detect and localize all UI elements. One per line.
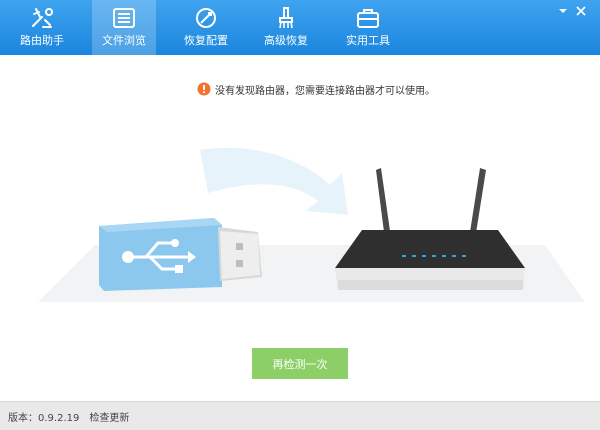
curved-arrow-icon (200, 147, 348, 215)
tab-utility-tools[interactable]: 实用工具 (336, 0, 400, 55)
tab-label: 实用工具 (346, 34, 390, 47)
minimize-button[interactable] (556, 2, 570, 14)
tab-label: 高级恢复 (264, 34, 308, 47)
tab-restore-config[interactable]: 恢复配置 (174, 0, 238, 55)
restore-config-icon (196, 8, 216, 28)
tab-label: 文件浏览 (102, 34, 146, 47)
tab-file-browser[interactable]: 文件浏览 (92, 0, 156, 55)
warning-icon (197, 82, 211, 96)
brush-icon (279, 7, 293, 29)
router-tools-icon (32, 8, 53, 28)
version-label: 版本：0.9.2.19 (8, 412, 80, 424)
tab-label: 恢复配置 (184, 34, 228, 47)
tab-label: 路由助手 (20, 34, 64, 47)
main-panel: 没有发现路由器，您需要连接路由器才可以使用。 再检测一次 (0, 55, 600, 401)
check-update-link[interactable]: 检查更新 (89, 409, 129, 424)
status-footer: 版本：0.9.2.19 检查更新 (0, 401, 600, 430)
retry-detect-button[interactable]: 再检测一次 (252, 348, 348, 379)
close-icon (576, 6, 586, 16)
file-browser-icon (113, 8, 135, 28)
router-icon (335, 168, 525, 290)
close-button[interactable] (574, 2, 588, 16)
tab-advanced-restore[interactable]: 高级恢复 (254, 0, 318, 55)
tab-router-assistant[interactable]: 路由助手 (10, 0, 74, 55)
minimize-icon (559, 9, 567, 13)
top-nav-bar: 路由助手 文件浏览 恢复配置 高级恢复 实用工具 (0, 0, 600, 55)
no-router-notice: 没有发现路由器，您需要连接路由器才可以使用。 (197, 81, 435, 97)
toolbox-icon (357, 9, 379, 28)
notice-text: 没有发现路由器，您需要连接路由器才可以使用。 (215, 85, 435, 97)
